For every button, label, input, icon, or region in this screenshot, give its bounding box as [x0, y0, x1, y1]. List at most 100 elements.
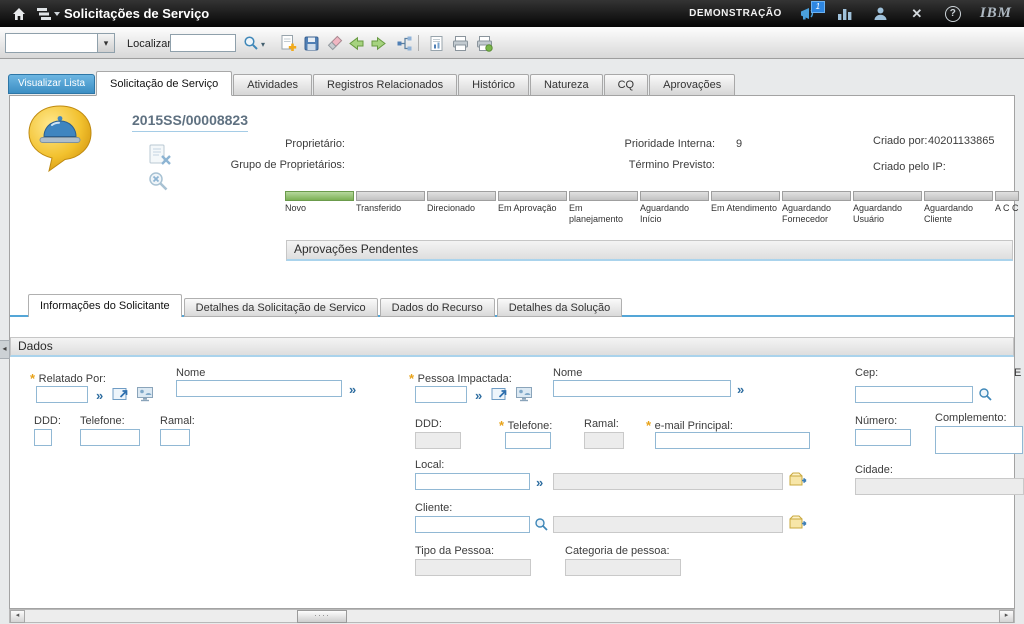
numero-input[interactable] — [855, 429, 911, 446]
local-drilldown-icon[interactable] — [789, 471, 807, 488]
next-record-icon[interactable] — [368, 33, 388, 53]
scroll-left-icon[interactable]: ◂ — [10, 610, 25, 623]
tipo-pessoa-input — [415, 559, 531, 576]
subtab-dados-recurso[interactable]: Dados do Recurso — [380, 298, 495, 317]
relatado-por-detail-menu-icon[interactable] — [96, 389, 103, 402]
pessoa-impactada-input[interactable] — [415, 386, 467, 403]
ibm-logo: IBM — [980, 5, 1012, 22]
telefone-impactada-input[interactable] — [505, 432, 551, 449]
categoria-pessoa-input — [565, 559, 681, 576]
notification-badge: 1 — [811, 1, 825, 13]
ramal-impactada-input — [584, 432, 624, 449]
print-with-attachments-icon[interactable] — [474, 33, 494, 53]
run-reports-icon[interactable] — [426, 33, 446, 53]
select-action-dropdown[interactable] — [5, 33, 115, 53]
local-detail-menu-icon[interactable] — [536, 476, 543, 489]
label-relatado-por: Relatado Por: — [30, 371, 106, 386]
close-session-icon[interactable]: ✕ — [908, 5, 926, 23]
cliente-descricao-input — [553, 516, 783, 533]
subtab-detalhes-solucao[interactable]: Detalhes da Solução — [497, 298, 623, 317]
help-icon[interactable]: ? — [944, 5, 962, 23]
user-profile-icon[interactable] — [872, 5, 890, 23]
status-progress-bar: Novo Transferido Direcionado Em Aprovaçã… — [285, 191, 1019, 225]
subtab-informacoes-solicitante[interactable]: Informações do Solicitante — [28, 294, 182, 317]
service-request-bell-icon — [24, 103, 96, 177]
relatado-por-input[interactable] — [36, 386, 88, 403]
workflow-document-icon[interactable] — [147, 143, 173, 167]
status-step-aguardando-cliente: Aguardando Cliente — [924, 191, 993, 225]
save-icon[interactable] — [301, 33, 321, 53]
label-categoria-pessoa: Categoria de pessoa: — [565, 545, 670, 557]
section-dados-title: Dados — [18, 339, 53, 353]
pessoa-impactada-go-to-icon[interactable] — [491, 386, 509, 402]
app-header: Solicitações de Serviço DEMONSTRAÇÃO 1 ✕… — [0, 0, 1024, 27]
label-email-principal: e-mail Principal: — [646, 418, 733, 433]
print-icon[interactable] — [450, 33, 470, 53]
label-ramal-impactada: Ramal: — [584, 418, 619, 430]
tab-solicitacao-de-servico[interactable]: Solicitação de Serviço — [96, 71, 232, 96]
label-cliente: Cliente: — [415, 502, 452, 514]
section-dados[interactable]: Dados — [10, 337, 1014, 357]
label-termino-previsto: Término Previsto: — [560, 159, 715, 171]
cliente-drilldown-icon[interactable] — [789, 514, 807, 531]
label-grupo-proprietarios: Grupo de Proprietários: — [205, 159, 345, 171]
tab-aprovacoes[interactable]: Aprovações — [649, 74, 735, 96]
complemento-input[interactable] — [935, 426, 1023, 454]
ramal-relatado-input[interactable] — [160, 429, 190, 446]
nome-relatado-input[interactable] — [176, 380, 342, 397]
search-options-arrow-icon[interactable]: ▾ — [261, 40, 265, 49]
workflow-route-icon[interactable] — [394, 33, 414, 53]
nome-relatado-detail-menu-icon[interactable] — [349, 383, 356, 396]
tab-historico[interactable]: Histórico — [458, 74, 529, 96]
cep-input[interactable] — [855, 386, 973, 403]
home-icon[interactable] — [10, 5, 28, 23]
label-tipo-pessoa: Tipo da Pessoa: — [415, 545, 494, 557]
status-step-em-aprovacao: Em Aprovação — [498, 191, 567, 225]
label-local: Local: — [415, 459, 444, 471]
cep-select-value-icon[interactable] — [978, 387, 993, 402]
goto-menu-icon[interactable] — [36, 5, 62, 23]
reports-chart-icon[interactable] — [836, 5, 854, 23]
horizontal-scrollbar[interactable]: ◂ ▸ — [9, 609, 1015, 623]
tab-visualizar-lista[interactable]: Visualizar Lista — [8, 74, 95, 94]
label-telefone-relatado: Telefone: — [80, 415, 125, 427]
telefone-relatado-input[interactable] — [80, 429, 140, 446]
pessoa-impactada-person-details-icon[interactable] — [515, 386, 533, 402]
status-step-direcionado: Direcionado — [427, 191, 496, 225]
nome-impactada-input[interactable] — [553, 380, 731, 397]
label-endereco-clipped: E — [1014, 367, 1021, 379]
nome-impactada-detail-menu-icon[interactable] — [737, 383, 744, 396]
status-step-clipped: A C C — [995, 191, 1019, 225]
tab-cq[interactable]: CQ — [604, 74, 649, 96]
find-input[interactable] — [170, 34, 236, 52]
subtab-detalhes-solicitacao[interactable]: Detalhes da Solicitação de Servico — [184, 298, 378, 317]
status-step-novo: Novo — [285, 191, 354, 225]
tab-registros-relacionados[interactable]: Registros Relacionados — [313, 74, 457, 96]
local-input[interactable] — [415, 473, 530, 490]
ddd-relatado-input[interactable] — [34, 429, 52, 446]
cliente-select-value-icon[interactable] — [534, 517, 549, 532]
stop-workflow-icon[interactable] — [147, 170, 169, 192]
section-aprovacoes-pendentes[interactable]: Aprovações Pendentes — [286, 240, 1013, 261]
collapse-panel-icon[interactable] — [0, 340, 10, 359]
pessoa-impactada-detail-menu-icon[interactable] — [475, 389, 482, 402]
status-step-aguardando-inicio: Aguardando Início — [640, 191, 709, 225]
search-icon[interactable] — [241, 33, 261, 53]
relatado-por-person-details-icon[interactable] — [136, 386, 154, 402]
tab-natureza[interactable]: Natureza — [530, 74, 603, 96]
relatado-por-go-to-icon[interactable] — [112, 386, 130, 402]
previous-record-icon[interactable] — [346, 33, 366, 53]
section-aprovacoes-title: Aprovações Pendentes — [294, 242, 418, 256]
environment-label: DEMONSTRAÇÃO — [689, 8, 782, 19]
email-principal-input[interactable] — [655, 432, 810, 449]
tab-atividades[interactable]: Atividades — [233, 74, 312, 96]
label-ddd-impactada: DDD: — [415, 418, 442, 430]
main-toolbar: Localizar: ▾ — [0, 27, 1024, 59]
scroll-right-icon[interactable]: ▸ — [999, 610, 1014, 623]
header-actions: DEMONSTRAÇÃO 1 ✕ ? IBM — [689, 0, 1012, 27]
cliente-input[interactable] — [415, 516, 530, 533]
new-record-icon[interactable] — [278, 33, 298, 53]
scrollbar-thumb[interactable] — [297, 610, 347, 623]
announcements-icon[interactable]: 1 — [800, 5, 818, 23]
clear-changes-icon[interactable] — [324, 33, 344, 53]
